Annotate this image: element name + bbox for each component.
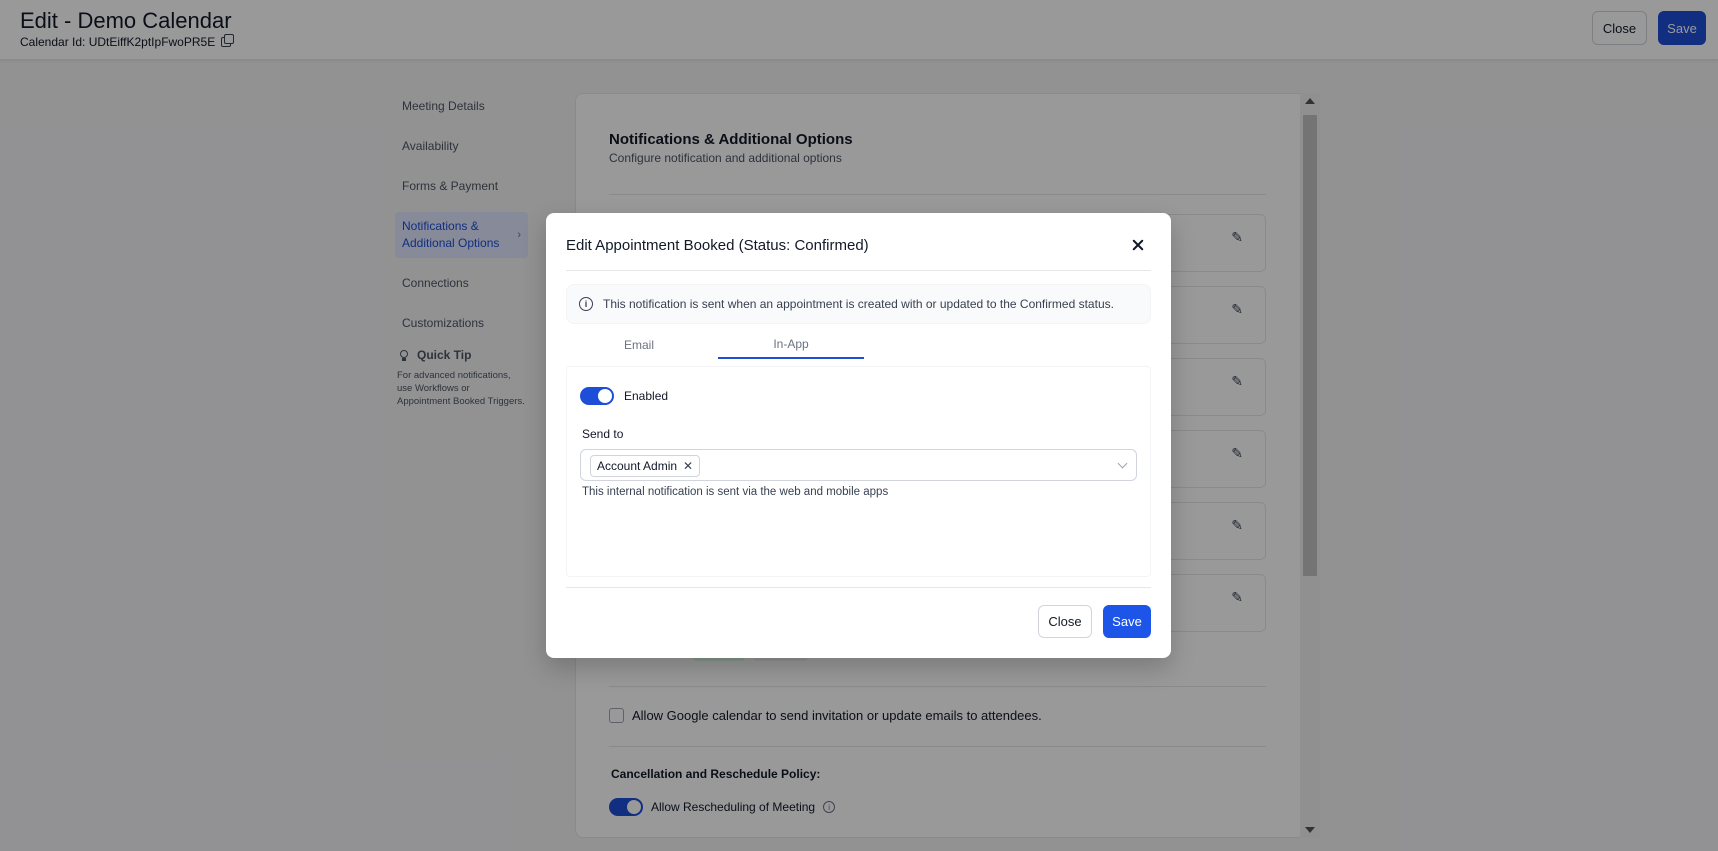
remove-icon[interactable]: ✕ — [683, 459, 693, 473]
tab-email[interactable]: Email — [566, 330, 712, 359]
modal-close-button[interactable]: Close — [1038, 605, 1092, 638]
enabled-toggle[interactable] — [580, 387, 614, 405]
info-icon: i — [579, 297, 593, 311]
in-app-settings: Enabled Send to Account Admin ✕ This int… — [566, 366, 1151, 577]
send-to-helper-text: This internal notification is sent via t… — [582, 486, 889, 498]
send-to-select[interactable]: Account Admin ✕ — [580, 449, 1137, 481]
chevron-down-icon[interactable] — [1117, 458, 1128, 469]
recipient-chip: Account Admin ✕ — [590, 455, 701, 477]
divider — [566, 270, 1151, 271]
modal-title: Edit Appointment Booked (Status: Confirm… — [566, 237, 869, 254]
enabled-option: Enabled — [580, 387, 668, 405]
send-to-label: Send to — [582, 427, 624, 441]
enabled-label: Enabled — [624, 389, 669, 403]
info-banner: i This notification is sent when an appo… — [566, 284, 1151, 324]
info-banner-text: This notification is sent when an appoin… — [603, 297, 1114, 311]
tab-in-app[interactable]: In-App — [718, 330, 864, 359]
modal-save-button[interactable]: Save — [1103, 605, 1151, 638]
divider — [566, 587, 1151, 588]
recipient-chip-label: Account Admin — [597, 459, 678, 473]
edit-notification-modal: Edit Appointment Booked (Status: Confirm… — [546, 213, 1171, 658]
close-icon[interactable] — [1130, 237, 1146, 253]
